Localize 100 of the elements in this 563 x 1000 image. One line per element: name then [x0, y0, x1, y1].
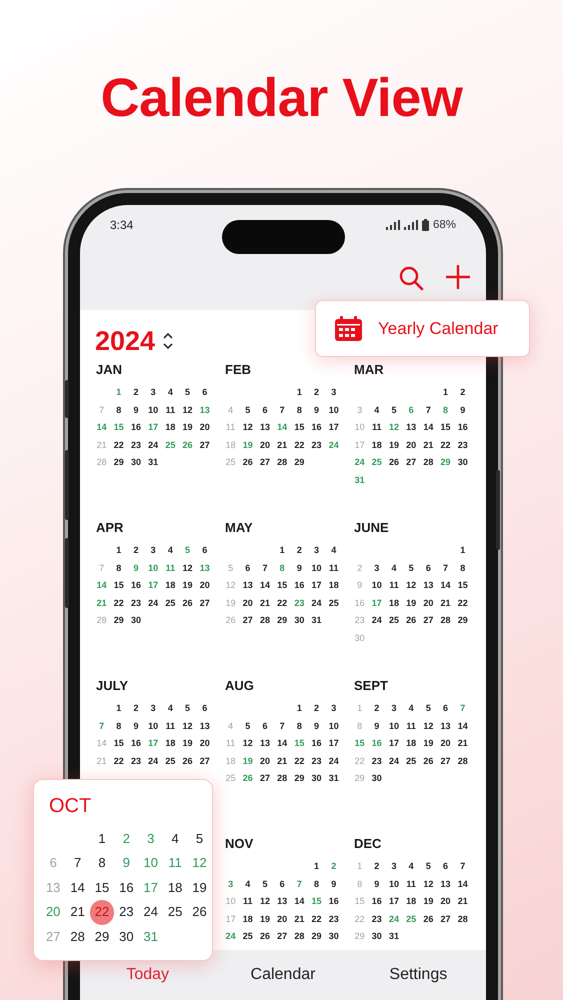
day-number: 21 — [69, 903, 86, 922]
up-down-chevron-icon[interactable] — [163, 332, 174, 350]
day-number: 13 — [422, 579, 434, 592]
day-number: 25 — [242, 930, 254, 943]
day-number: 16 — [118, 878, 135, 897]
day-number: 4 — [227, 720, 234, 732]
day-number: 30 — [293, 614, 306, 627]
day-number: 4 — [373, 404, 380, 416]
day-number: 7 — [442, 562, 450, 574]
day-number: 19 — [182, 421, 194, 434]
day-number: 23 — [310, 754, 323, 768]
day-number: 26 — [388, 456, 400, 469]
day-number: 29 — [112, 614, 125, 627]
month-name[interactable]: JAN — [96, 361, 122, 379]
day-number: 3 — [227, 878, 234, 890]
day-number: 13 — [405, 421, 418, 434]
day-number: 5 — [408, 562, 415, 574]
day-number: 21 — [422, 438, 434, 452]
day-number: 2 — [132, 702, 140, 715]
tab[interactable]: Calendar — [215, 963, 351, 987]
day-number: 2 — [373, 702, 380, 715]
day-number: 18 — [224, 438, 237, 452]
day-number: 20 — [44, 903, 62, 922]
day-number: 30 — [130, 614, 142, 627]
day-number: 21 — [456, 737, 469, 750]
day-number: 31 — [142, 928, 159, 946]
day-number: 9 — [373, 878, 380, 890]
day-number: 11 — [405, 720, 417, 732]
day-number: 16 — [370, 737, 383, 750]
day-number: 25 — [164, 754, 176, 768]
day-number: 16 — [130, 737, 142, 750]
day-number: 30 — [354, 632, 366, 644]
day-number: 16 — [370, 895, 383, 908]
day-number: 29 — [293, 456, 306, 469]
day-number: 20 — [440, 737, 452, 750]
signal-icon — [404, 220, 418, 230]
day-number: 7 — [98, 720, 106, 732]
day-number: 1 — [296, 386, 303, 399]
day-number: 13 — [258, 421, 271, 434]
day-number: 1 — [313, 860, 320, 873]
day-number: 16 — [354, 596, 366, 610]
day-number: 8 — [97, 854, 107, 872]
day-number: 22 — [440, 438, 452, 452]
day-number: 25 — [405, 754, 418, 768]
day-number: 24 — [147, 438, 160, 452]
day-number: 16 — [310, 737, 323, 750]
search-icon[interactable] — [398, 265, 424, 291]
day-number: 21 — [456, 895, 469, 908]
year-title[interactable]: 2024 — [95, 324, 156, 358]
month-name[interactable]: APR — [96, 519, 124, 537]
day-number: 13 — [276, 895, 288, 908]
day-number: 4 — [390, 562, 398, 574]
add-icon[interactable] — [446, 265, 470, 289]
day-number: 5 — [227, 562, 234, 574]
tab[interactable]: Settings — [350, 963, 486, 987]
day-number: 30 — [130, 456, 142, 469]
day-number: 30 — [456, 456, 469, 469]
month-name[interactable]: AUG — [225, 677, 254, 695]
day-number: 9 — [373, 720, 380, 732]
month-name[interactable]: NOV — [225, 835, 254, 853]
day-number: 18 — [388, 596, 400, 610]
day-number: 23 — [130, 438, 142, 452]
month-name[interactable]: MAY — [225, 519, 253, 537]
day-number: 21 — [276, 438, 288, 452]
day-number: 2 — [296, 544, 303, 557]
day-number: 4 — [166, 702, 174, 715]
day-number: 24 — [147, 596, 160, 610]
day-number: 22 — [354, 754, 366, 768]
day-number: 24 — [147, 754, 160, 768]
day-number: 13 — [258, 737, 271, 750]
day-number: 28 — [96, 456, 108, 469]
month-name[interactable]: SEPT — [354, 677, 388, 695]
day-number: 28 — [258, 614, 271, 627]
day-number: 26 — [422, 912, 434, 926]
day-number: 10 — [328, 404, 340, 416]
day-number: 14 — [276, 421, 288, 434]
day-number: 18 — [405, 895, 418, 908]
day-number: 6 — [201, 702, 208, 715]
day-number: 14 — [456, 878, 469, 890]
day-number: 30 — [370, 930, 383, 943]
day-number: 17 — [370, 596, 383, 610]
tab[interactable]: Today — [80, 963, 216, 987]
day-number: 1 — [278, 544, 286, 557]
day-number: 27 — [258, 772, 271, 785]
month-name[interactable]: MAR — [354, 361, 384, 379]
day-number: 3 — [356, 404, 364, 416]
month-name[interactable]: JUNE — [354, 519, 389, 537]
month-name[interactable]: FEB — [225, 361, 251, 379]
day-number: 26 — [182, 596, 194, 610]
day-number: 11 — [224, 737, 236, 750]
day-number: 20 — [405, 438, 418, 452]
day-number: 7 — [424, 404, 432, 416]
month-name[interactable]: DEC — [354, 835, 382, 853]
day-number: 10 — [388, 878, 400, 890]
month-name[interactable]: JULY — [96, 677, 128, 695]
day-number: 21 — [96, 754, 108, 768]
day-number: 9 — [459, 404, 466, 416]
day-number: 4 — [244, 878, 252, 890]
day-number: 13 — [198, 404, 211, 416]
day-number: 22 — [112, 596, 125, 610]
